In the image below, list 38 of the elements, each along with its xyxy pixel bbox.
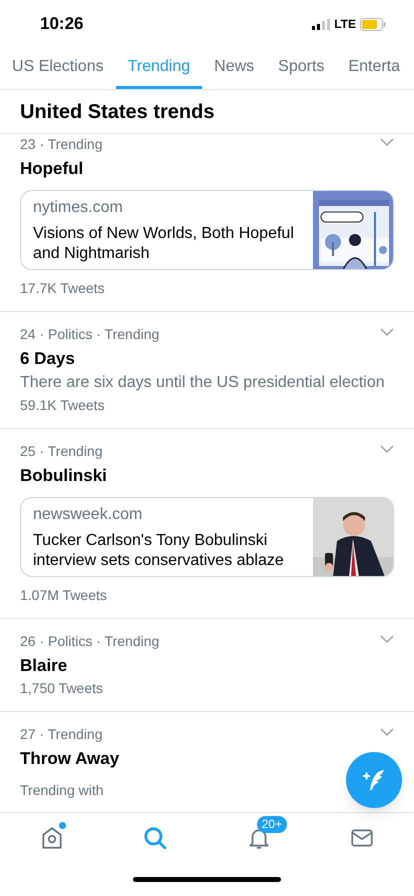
tab[interactable]: News <box>202 48 266 89</box>
trend-title[interactable]: Bobulinski <box>20 463 107 488</box>
card-headline: Visions of New Worlds, Both Hopeful and Nightmarish <box>33 224 295 264</box>
link-card[interactable]: newsweek.com Tucker Carlson's Tony Bobulinski interview sets conservatives ablaze <box>20 496 394 576</box>
trend-title[interactable]: Blaire <box>20 652 68 678</box>
trend-title[interactable]: Hopeful <box>20 156 84 182</box>
trend-meta: 23 · Trending <box>20 135 103 154</box>
trend-meta: 25 · Trending <box>20 442 103 461</box>
chevron-down-icon[interactable] <box>380 138 394 147</box>
trend-meta: 26 · Politics · Trending <box>20 632 160 651</box>
trend-title[interactable]: Throw Away <box>20 746 120 772</box>
tweet-count: 59.1K Tweets <box>20 396 106 415</box>
tweet-count: 17.7K Tweets <box>20 278 106 298</box>
tab[interactable]: US Elections <box>0 48 116 89</box>
trend-title[interactable]: 6 Days <box>20 346 75 371</box>
notification-badge: 20+ <box>256 816 288 833</box>
battery-icon <box>360 18 386 30</box>
tab[interactable]: Sports <box>266 48 336 89</box>
link-card[interactable]: nytimes.com Visions of New Worlds, Both Hopeful and Nightmarish <box>20 190 394 270</box>
trend-meta: 27 · Trending <box>20 725 103 744</box>
card-source: nytimes.com <box>33 198 124 218</box>
tweet-count: 1,750 Tweets <box>20 679 104 698</box>
section-title: United States trends <box>20 100 214 124</box>
card-headline: Tucker Carlson's Tony Bobulinski interview sets conservatives ablaze <box>33 530 285 570</box>
network-label: LTE <box>334 16 356 33</box>
trend-description: There are six days until the US presidential election <box>20 373 386 393</box>
tab[interactable]: Enterta <box>336 48 400 89</box>
chevron-down-icon[interactable] <box>380 634 394 644</box>
card-source: newsweek.com <box>33 504 144 524</box>
signal-icon <box>312 18 330 30</box>
trend-meta: 24 · Politics · Trending <box>20 324 160 344</box>
search-icon <box>142 825 168 851</box>
chevron-down-icon[interactable] <box>380 445 394 454</box>
status-time: 10:26 <box>40 13 84 36</box>
tweet-count: 1.07M Tweets <box>20 586 108 604</box>
chevron-down-icon[interactable] <box>380 728 394 737</box>
trend-footer: Trending with <box>20 780 104 800</box>
chevron-down-icon[interactable] <box>380 328 394 336</box>
